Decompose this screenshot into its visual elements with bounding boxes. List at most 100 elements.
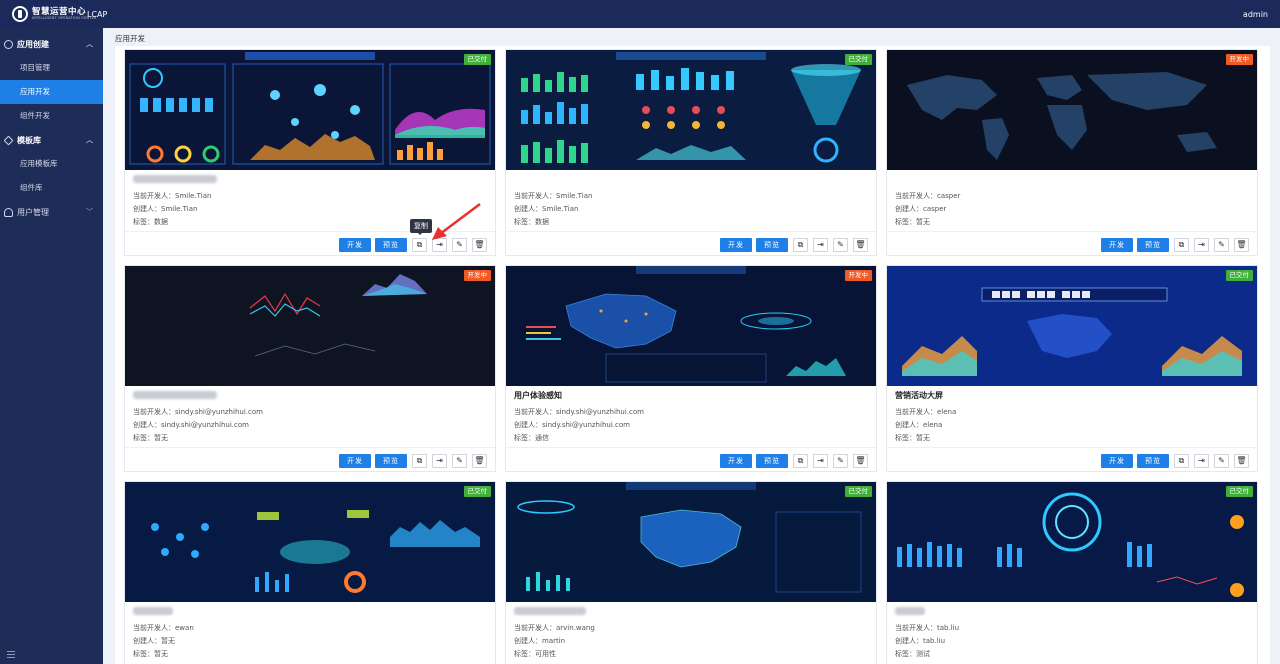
- app-thumbnail[interactable]: 开发中: [506, 266, 876, 386]
- app-name[interactable]: 营销活动大屏: [895, 390, 943, 402]
- develop-button[interactable]: 开发: [1101, 454, 1133, 468]
- developer-label: 当前开发人：: [895, 624, 937, 632]
- developer-line: 当前开发人：ewan: [133, 623, 194, 633]
- tag-label: 标签：: [895, 434, 916, 442]
- developer-label: 当前开发人：: [895, 408, 937, 416]
- tag-value: 暂无: [916, 434, 930, 442]
- preview-button[interactable]: 预览: [1137, 454, 1169, 468]
- edit-icon[interactable]: ✎: [452, 454, 467, 468]
- preview-button[interactable]: 预览: [375, 238, 407, 252]
- develop-button[interactable]: 开发: [1101, 238, 1133, 252]
- edit-icon[interactable]: ✎: [1214, 454, 1229, 468]
- collapse-menu-icon[interactable]: [7, 651, 15, 658]
- copy-icon[interactable]: ⧉: [412, 238, 427, 252]
- preview-button[interactable]: 预览: [375, 454, 407, 468]
- chevron-up-icon: ︿: [86, 136, 93, 144]
- copy-icon[interactable]: ⧉: [793, 454, 808, 468]
- tag-label: 标签：: [514, 650, 535, 658]
- developer-label: 当前开发人：: [514, 192, 556, 200]
- develop-button[interactable]: 开发: [339, 454, 371, 468]
- tag-label: 标签：: [133, 650, 154, 658]
- app-card[interactable]: 开发中 当前开发人：sindy.shi@yunzhihui.com 创建人：si…: [124, 265, 496, 472]
- develop-button[interactable]: 开发: [720, 454, 752, 468]
- app-thumbnail[interactable]: 开发中: [887, 50, 1257, 170]
- creator-label: 创建人：: [133, 205, 161, 213]
- app-name[interactable]: 用户体验感知: [514, 390, 562, 402]
- copy-icon[interactable]: ⧉: [1174, 454, 1189, 468]
- preview-button[interactable]: 预览: [756, 238, 788, 252]
- status-badge: 已交付: [463, 54, 491, 65]
- app-card-grid: 已交付 当前开发人：Smile.Tian 创建人：Smile.Tian 标签：数…: [115, 46, 1270, 664]
- app-card[interactable]: 已交付 营销活动大屏 当前开发人：elena 创建人：elena 标签：暂无 开…: [886, 265, 1258, 472]
- delete-icon[interactable]: 🗑: [472, 454, 487, 468]
- app-card[interactable]: 已交付 当前开发人：arvin.wang 创建人：martin 标签：可用性: [505, 481, 877, 664]
- app-thumbnail[interactable]: 已交付: [125, 482, 495, 602]
- developer-line: 当前开发人：arvin.wang: [514, 623, 595, 633]
- tag-label: 标签：: [895, 650, 916, 658]
- developer-label: 当前开发人：: [133, 192, 175, 200]
- app-card[interactable]: 开发中 当前开发人：casper 创建人：casper 标签：暂无 开发 预览 …: [886, 49, 1258, 256]
- sidebar-item-app-development[interactable]: 应用开发: [0, 80, 103, 104]
- sidebar-item-project-management[interactable]: 项目管理: [0, 56, 103, 80]
- app-thumbnail[interactable]: 已交付: [887, 482, 1257, 602]
- tag-line: 标签：测试: [895, 649, 930, 659]
- tag-label: 标签：: [514, 434, 535, 442]
- app-thumbnail[interactable]: 已交付: [506, 482, 876, 602]
- creator-label: 创建人：: [895, 637, 923, 645]
- sidebar-item-component-development[interactable]: 组件开发: [0, 104, 103, 128]
- delete-icon[interactable]: 🗑: [853, 238, 868, 252]
- app-card[interactable]: 已交付 当前开发人：ewan 创建人：暂无 标签：暂无: [124, 481, 496, 664]
- sidebar-item-component-library[interactable]: 组件库: [0, 176, 103, 200]
- sidebar-item-app-template-library[interactable]: 应用模板库: [0, 152, 103, 176]
- creator-line: 创建人：暂无: [133, 636, 175, 646]
- app-name-obscured: [133, 175, 217, 183]
- app-thumbnail[interactable]: 已交付: [887, 266, 1257, 386]
- card-actions: 开发 预览 ⧉ ⇥ ✎ 🗑: [1097, 454, 1249, 468]
- delete-icon[interactable]: 🗑: [853, 454, 868, 468]
- delete-icon[interactable]: 🗑: [1234, 238, 1249, 252]
- app-thumbnail[interactable]: 已交付: [506, 50, 876, 170]
- creator-line: 创建人：tab.liu: [895, 636, 945, 646]
- export-icon[interactable]: ⇥: [1194, 454, 1209, 468]
- sidebar-group-user-management[interactable]: 用户管理 ﹀: [0, 200, 103, 224]
- edit-icon[interactable]: ✎: [1214, 238, 1229, 252]
- app-card[interactable]: 开发中 用户体验感知 当前开发人：sindy.shi@yunzhihui.com…: [505, 265, 877, 472]
- copy-icon[interactable]: ⧉: [412, 454, 427, 468]
- chevron-down-icon: ﹀: [86, 208, 93, 216]
- export-icon[interactable]: ⇥: [813, 454, 828, 468]
- developer-value: Smile.Tian: [175, 192, 212, 200]
- breadcrumb: 应用开发: [115, 34, 145, 43]
- delete-icon[interactable]: 🗑: [1234, 454, 1249, 468]
- developer-line: 当前开发人：elena: [895, 407, 956, 417]
- app-card[interactable]: 已交付 当前开发人：tab.liu 创建人：tab.liu 标签：测试: [886, 481, 1258, 664]
- status-badge: 已交付: [844, 486, 872, 497]
- export-icon[interactable]: ⇥: [432, 454, 447, 468]
- export-icon[interactable]: ⇥: [813, 238, 828, 252]
- developer-value: sindy.shi@yunzhihui.com: [175, 408, 263, 416]
- edit-icon[interactable]: ✎: [833, 238, 848, 252]
- preview-button[interactable]: 预览: [756, 454, 788, 468]
- app-thumbnail[interactable]: 已交付: [125, 50, 495, 170]
- preview-button[interactable]: 预览: [1137, 238, 1169, 252]
- app-thumbnail[interactable]: 开发中: [125, 266, 495, 386]
- sidebar-group-template-library[interactable]: 模板库 ︿: [0, 128, 103, 152]
- tag-value: 暂无: [154, 650, 168, 658]
- app-card[interactable]: 已交付 当前开发人：Smile.Tian 创建人：Smile.Tian 标签：数…: [505, 49, 877, 256]
- copy-icon[interactable]: ⧉: [793, 238, 808, 252]
- sidebar-group-app-create[interactable]: 应用创建 ︿: [0, 32, 103, 56]
- developer-value: arvin.wang: [556, 624, 595, 632]
- develop-button[interactable]: 开发: [720, 238, 752, 252]
- app-name-obscured: [133, 607, 173, 615]
- developer-line: 当前开发人：Smile.Tian: [514, 191, 592, 201]
- sidebar-group-label: 应用创建: [17, 39, 49, 49]
- copy-icon[interactable]: ⧉: [1174, 238, 1189, 252]
- user-menu[interactable]: admin: [1243, 10, 1268, 19]
- tag-value: 暂无: [916, 218, 930, 226]
- status-badge: 已交付: [463, 486, 491, 497]
- export-icon[interactable]: ⇥: [1194, 238, 1209, 252]
- creator-value: Smile.Tian: [161, 205, 198, 213]
- develop-button[interactable]: 开发: [339, 238, 371, 252]
- developer-label: 当前开发人：: [514, 624, 556, 632]
- edit-icon[interactable]: ✎: [833, 454, 848, 468]
- logo-icon: [12, 6, 28, 22]
